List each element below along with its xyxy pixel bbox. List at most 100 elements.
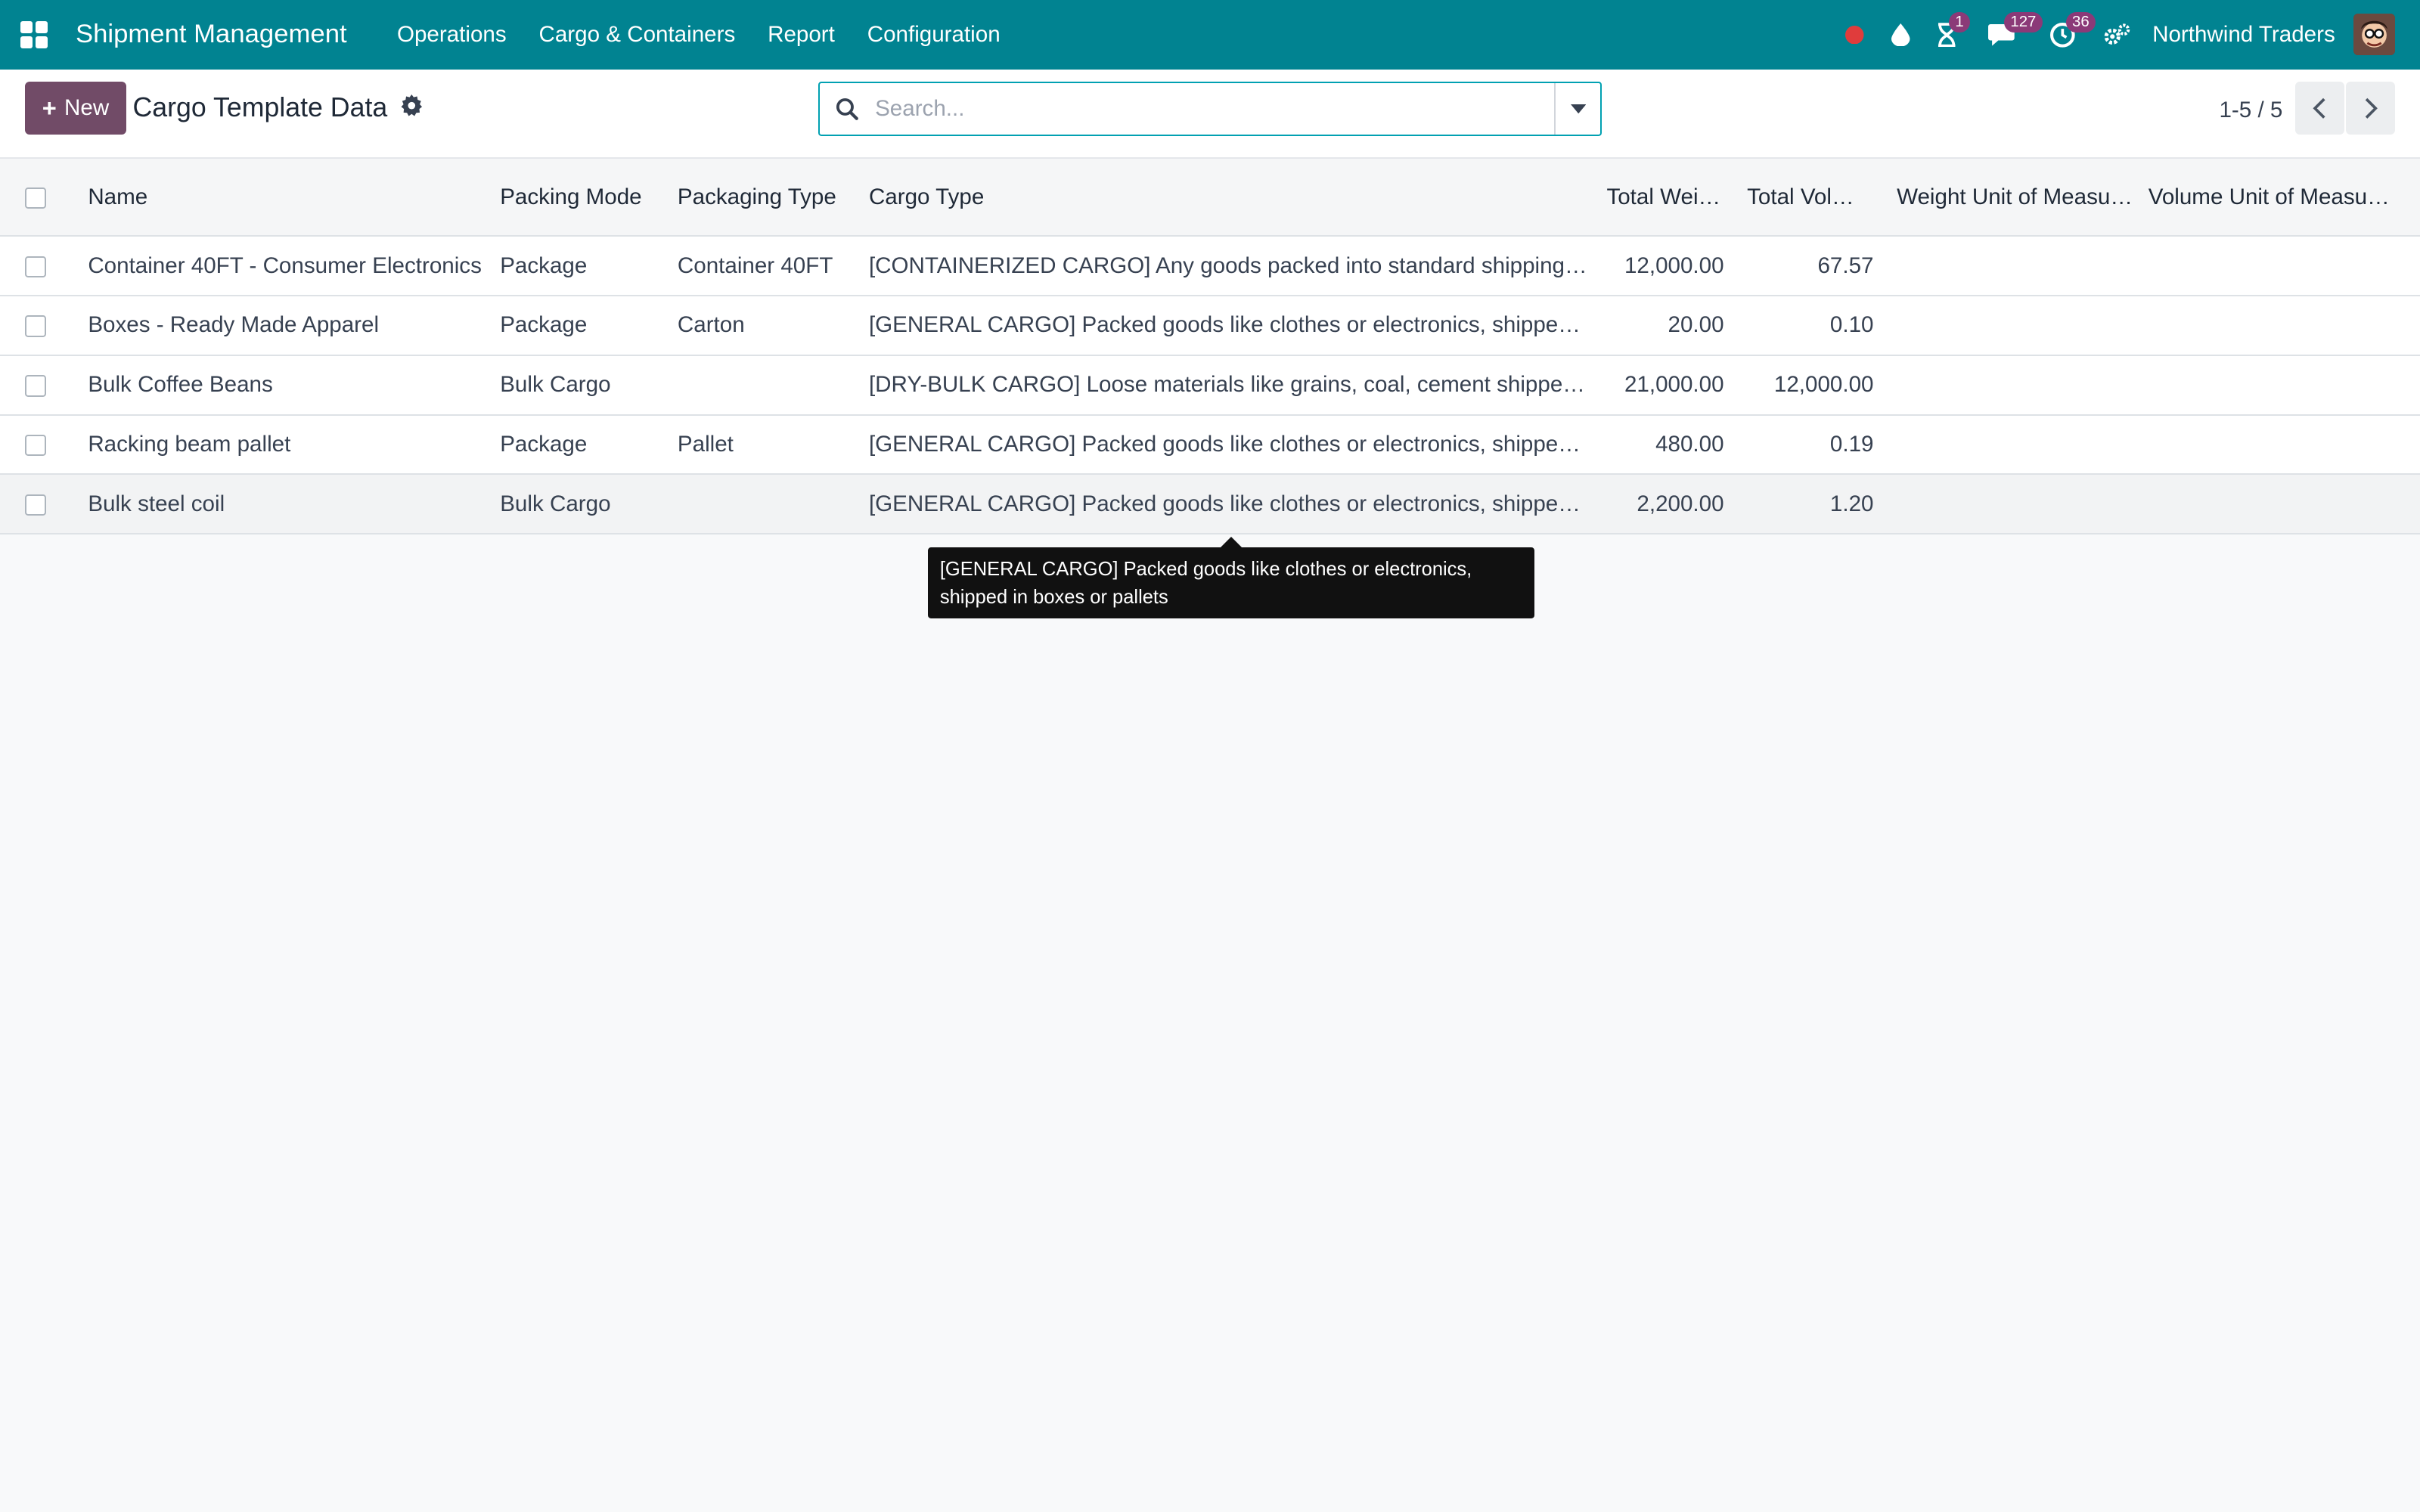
row-select-cell bbox=[0, 355, 79, 415]
column-header-cargo-type[interactable]: Cargo Type bbox=[860, 159, 1598, 236]
cargo-type-tooltip: [GENERAL CARGO] Packed goods like clothe… bbox=[927, 537, 1534, 619]
cell-weight-uom bbox=[1888, 415, 2139, 475]
menu-item-configuration[interactable]: Configuration bbox=[851, 22, 1016, 48]
control-panel: + New Cargo Template Data 1-5 / 5 bbox=[0, 69, 2420, 160]
column-header-packaging-type[interactable]: Packaging Type bbox=[669, 159, 860, 236]
cell-volume-uom bbox=[2139, 296, 2420, 355]
cargo-template-table: Name Packing Mode Packaging Type Cargo T… bbox=[0, 159, 2420, 534]
cell-total-volume: 12,000.00 bbox=[1773, 372, 1874, 398]
pager-previous-button[interactable] bbox=[2294, 82, 2344, 135]
timer-count-badge: 36 bbox=[2065, 12, 2096, 33]
chevron-left-icon bbox=[2313, 98, 2325, 119]
table-row[interactable]: Racking beam pallet Package Pallet [GENE… bbox=[0, 414, 2420, 475]
tooltip-line-1: [GENERAL CARGO] Packed goods like clothe… bbox=[939, 558, 1472, 580]
cell-packaging-type: Container 40FT bbox=[677, 253, 833, 278]
cell-name: Bulk Coffee Beans bbox=[88, 372, 273, 398]
page-title: Cargo Template Data bbox=[132, 92, 388, 123]
row-select-cell bbox=[0, 236, 79, 296]
cell-packaging-type: Pallet bbox=[677, 431, 734, 457]
menu-item-report[interactable]: Report bbox=[752, 22, 852, 48]
plus-icon: + bbox=[42, 93, 57, 122]
cell-packaging-type bbox=[669, 355, 860, 415]
column-header-weight-uom[interactable]: Weight Unit of Measu… bbox=[1888, 159, 2139, 236]
search-input[interactable] bbox=[875, 95, 1555, 122]
cell-volume-uom bbox=[2139, 236, 2420, 296]
row-checkbox[interactable] bbox=[24, 375, 47, 397]
menu-item-operations[interactable]: Operations bbox=[381, 22, 523, 48]
tooltip-arrow bbox=[1221, 537, 1243, 548]
row-select-cell bbox=[0, 296, 79, 355]
cell-name: Bulk steel coil bbox=[88, 491, 225, 516]
search-bar bbox=[818, 82, 1602, 136]
table-row[interactable]: Container 40FT - Consumer Electronics Pa… bbox=[0, 236, 2420, 296]
cell-total-weight: 480.00 bbox=[1655, 431, 1724, 457]
cell-packing-mode: Package bbox=[500, 431, 588, 457]
cell-total-weight: 12,000.00 bbox=[1624, 253, 1724, 278]
column-header-total-weight[interactable]: Total Weig… bbox=[1597, 159, 1738, 236]
menu-item-cargo-containers[interactable]: Cargo & Containers bbox=[523, 22, 752, 48]
cell-cargo-type: [DRY-BULK CARGO] Loose materials like gr… bbox=[868, 372, 1598, 398]
systray: 1 127 36 Northwind Traders bbox=[1832, 0, 2420, 70]
row-select-cell bbox=[0, 474, 79, 534]
cell-cargo-type: [CONTAINERIZED CARGO] Any goods packed i… bbox=[868, 253, 1598, 278]
cell-total-weight: 20.00 bbox=[1668, 312, 1724, 338]
drop-icon[interactable] bbox=[1878, 0, 1924, 70]
search-icon bbox=[820, 98, 875, 121]
cell-packing-mode: Package bbox=[500, 312, 588, 338]
cell-volume-uom bbox=[2139, 474, 2420, 534]
pager-value[interactable]: 1-5 / 5 bbox=[2219, 98, 2282, 123]
company-switcher[interactable]: Northwind Traders bbox=[2152, 22, 2335, 48]
cell-volume-uom bbox=[2139, 355, 2420, 415]
timer-clock-icon[interactable]: 36 bbox=[2032, 0, 2096, 70]
cell-total-volume: 0.19 bbox=[1829, 431, 1874, 457]
cell-weight-uom bbox=[1888, 236, 2139, 296]
cell-name: Container 40FT - Consumer Electronics bbox=[88, 253, 482, 278]
row-checkbox[interactable] bbox=[24, 494, 47, 516]
chevron-right-icon bbox=[2365, 98, 2378, 119]
activity-count-badge: 1 bbox=[1948, 12, 1971, 33]
cell-total-weight: 2,200.00 bbox=[1637, 491, 1724, 516]
table-row[interactable]: Boxes - Ready Made Apparel Package Carto… bbox=[0, 295, 2420, 355]
table-row[interactable]: Bulk Coffee Beans Bulk Cargo [DRY-BULK C… bbox=[0, 355, 2420, 415]
cell-cargo-type: [GENERAL CARGO] Packed goods like clothe… bbox=[868, 431, 1593, 457]
cell-total-volume: 0.10 bbox=[1829, 312, 1874, 338]
column-header-total-volume[interactable]: Total Volu… bbox=[1738, 159, 1888, 236]
table-row[interactable]: Bulk steel coil Bulk Cargo [GENERAL CARG… bbox=[0, 474, 2420, 534]
new-button[interactable]: + New bbox=[24, 82, 127, 135]
cell-total-volume: 67.57 bbox=[1817, 253, 1874, 278]
app-brand[interactable]: Shipment Management bbox=[76, 20, 347, 49]
tooltip-line-2: shipped in boxes or pallets bbox=[939, 587, 1168, 609]
cell-name: Racking beam pallet bbox=[88, 431, 291, 457]
activity-hourglass-icon[interactable]: 1 bbox=[1924, 0, 1971, 70]
row-checkbox[interactable] bbox=[24, 256, 47, 278]
cell-weight-uom bbox=[1888, 355, 2139, 415]
main-menu: Operations Cargo & Containers Report Con… bbox=[381, 22, 1017, 48]
cell-packing-mode: Bulk Cargo bbox=[500, 372, 611, 398]
messages-chat-icon[interactable]: 127 bbox=[1970, 0, 2043, 70]
cell-weight-uom bbox=[1888, 296, 2139, 355]
column-header-name[interactable]: Name bbox=[79, 159, 491, 236]
cell-total-volume: 1.20 bbox=[1829, 491, 1874, 516]
pager-next-button[interactable] bbox=[2346, 82, 2396, 135]
cell-volume-uom bbox=[2139, 415, 2420, 475]
cell-packing-mode: Package bbox=[500, 253, 588, 278]
caret-down-icon bbox=[1570, 104, 1586, 113]
column-header-packing-mode[interactable]: Packing Mode bbox=[491, 159, 669, 236]
select-all-cell bbox=[0, 159, 79, 236]
apps-menu-icon[interactable] bbox=[20, 20, 48, 49]
cell-cargo-type: [GENERAL CARGO] Packed goods like clothe… bbox=[868, 491, 1593, 516]
top-navbar: Shipment Management Operations Cargo & C… bbox=[0, 0, 2420, 70]
record-dot-icon[interactable] bbox=[1832, 0, 1878, 70]
table-header-row: Name Packing Mode Packaging Type Cargo T… bbox=[0, 159, 2420, 237]
settings-gears-icon[interactable] bbox=[2094, 0, 2140, 70]
row-checkbox[interactable] bbox=[24, 434, 47, 457]
column-header-volume-uom[interactable]: Volume Unit of Measu… bbox=[2139, 159, 2420, 236]
gear-icon[interactable] bbox=[400, 94, 424, 123]
cell-weight-uom bbox=[1888, 474, 2139, 534]
search-options-toggle[interactable] bbox=[1554, 83, 1600, 135]
select-all-checkbox[interactable] bbox=[24, 187, 47, 209]
cell-name: Boxes - Ready Made Apparel bbox=[88, 312, 380, 338]
row-checkbox[interactable] bbox=[24, 315, 47, 337]
row-select-cell bbox=[0, 415, 79, 475]
user-avatar[interactable] bbox=[2353, 14, 2396, 56]
